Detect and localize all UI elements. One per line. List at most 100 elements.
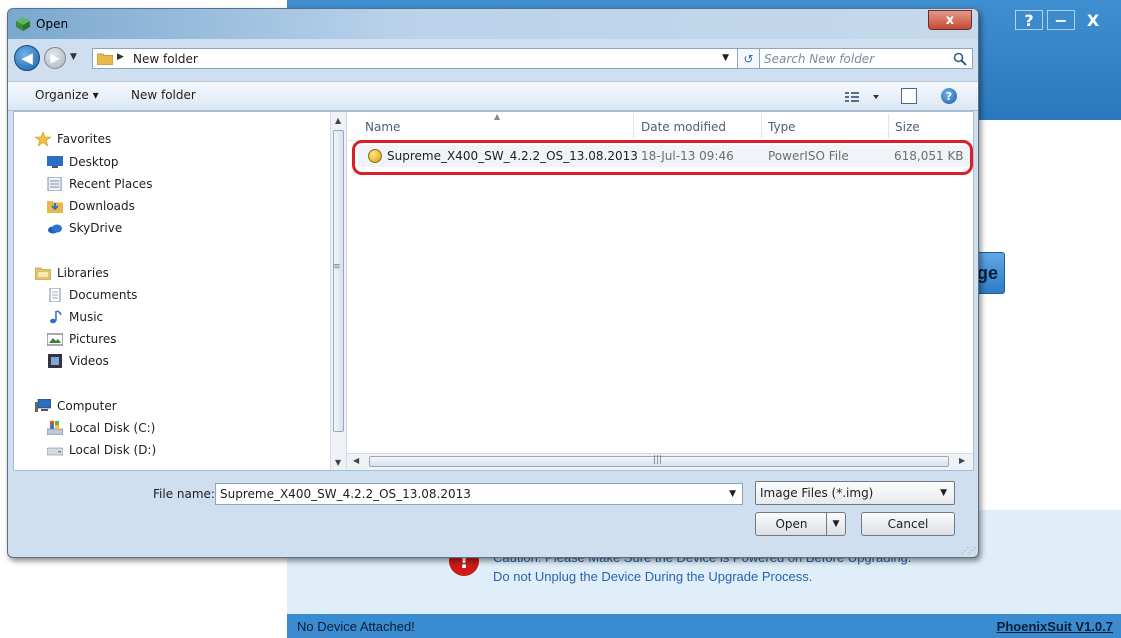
- scroll-down-arrow-icon[interactable]: ▼: [335, 458, 341, 467]
- nav-label: Recent Places: [69, 177, 153, 191]
- warning-line-2: Do not Unplug the Device During the Upgr…: [493, 569, 813, 584]
- dialog-title: Open: [36, 17, 69, 31]
- scroll-grip-icon: |||: [653, 455, 663, 465]
- libraries-icon: [35, 267, 51, 280]
- recent-locations-dropdown[interactable]: ▼: [70, 52, 77, 62]
- file-type-dropdown-icon: ▼: [940, 488, 947, 498]
- dialog-titlebar[interactable]: Open x: [8, 9, 978, 39]
- open-button-label: Open: [775, 517, 808, 531]
- red-highlight-annotation: [352, 140, 973, 175]
- pictures-icon: [47, 333, 63, 346]
- change-view-icon[interactable]: [841, 89, 881, 105]
- scroll-right-arrow-icon[interactable]: ▶: [959, 456, 965, 465]
- navigation-vertical-scrollbar[interactable]: ▲ ≡ ▼: [330, 112, 347, 470]
- nav-label: Downloads: [69, 199, 135, 213]
- column-name[interactable]: Name: [365, 120, 400, 134]
- scroll-up-arrow-icon[interactable]: ▲: [335, 116, 341, 125]
- file-name-dropdown-icon[interactable]: ▼: [729, 489, 736, 499]
- cancel-button[interactable]: Cancel: [861, 512, 955, 536]
- browser-content: Favorites Desktop Recent Places Download…: [13, 111, 974, 471]
- file-list: ▲ Name Date modified Type Size Supreme_X…: [347, 112, 973, 470]
- nav-label: Computer: [57, 399, 117, 413]
- computer-icon: [35, 399, 51, 412]
- organize-button[interactable]: Organize ▾: [35, 88, 99, 102]
- back-button[interactable]: ◀: [14, 45, 40, 71]
- videos-icon: [48, 354, 62, 368]
- nav-local-disk-d[interactable]: Local Disk (D:): [47, 443, 156, 457]
- nav-label: Music: [69, 310, 104, 324]
- nav-videos[interactable]: Videos: [47, 354, 109, 368]
- search-icon[interactable]: [953, 52, 967, 66]
- nav-label: Desktop: [69, 155, 119, 169]
- scroll-thumb[interactable]: [333, 130, 344, 432]
- resize-grip-icon[interactable]: ⋰⋰: [961, 546, 976, 555]
- nav-label: Local Disk (C:): [69, 421, 156, 435]
- nav-computer[interactable]: Computer: [35, 399, 117, 413]
- nav-label: Favorites: [57, 132, 112, 146]
- address-row: ◀ ▶ ▼ ▶ New folder ▼ ↺: [8, 43, 978, 73]
- folder-icon: [97, 53, 113, 65]
- file-list-horizontal-scrollbar[interactable]: ◀ ||| ▶: [347, 453, 973, 470]
- device-status: No Device Attached!: [297, 619, 415, 634]
- nav-documents[interactable]: Documents: [47, 288, 137, 302]
- nav-recent-places[interactable]: Recent Places: [47, 177, 152, 191]
- file-type-value: Image Files (*.img): [760, 486, 874, 500]
- refresh-button[interactable]: ↺: [738, 48, 760, 69]
- app-help-button[interactable]: ?: [1015, 10, 1043, 30]
- hard-drive-icon: [47, 447, 63, 456]
- nav-skydrive[interactable]: SkyDrive: [47, 221, 122, 235]
- column-divider[interactable]: [888, 114, 889, 138]
- app-window-controls: ? − X: [1015, 10, 1107, 30]
- forward-button[interactable]: ▶: [44, 47, 66, 69]
- music-note-icon: [50, 310, 62, 324]
- system-drive-icon: [47, 421, 63, 435]
- file-name-label: File name:: [153, 487, 215, 501]
- open-options-dropdown-icon[interactable]: ▼: [826, 513, 845, 535]
- nav-label: Documents: [69, 288, 138, 302]
- preview-pane-icon[interactable]: [901, 88, 917, 104]
- nav-local-disk-c[interactable]: Local Disk (C:): [47, 421, 155, 435]
- file-name-combobox: ▼: [215, 483, 743, 505]
- breadcrumb-separator-icon[interactable]: ▶: [117, 52, 124, 62]
- sort-ascending-icon: ▲: [494, 112, 501, 121]
- nav-label: Local Disk (D:): [69, 443, 157, 457]
- address-dropdown-icon[interactable]: ▼: [722, 53, 729, 63]
- nav-desktop[interactable]: Desktop: [47, 155, 119, 169]
- skydrive-cloud-icon: [48, 224, 62, 234]
- nav-label: Libraries: [57, 266, 109, 280]
- file-type-select[interactable]: Image Files (*.img) ▼: [755, 481, 955, 505]
- open-button[interactable]: Open ▼: [755, 512, 846, 536]
- column-divider[interactable]: [761, 114, 762, 138]
- desktop-icon: [47, 156, 63, 168]
- nav-downloads[interactable]: Downloads: [47, 199, 135, 213]
- column-divider[interactable]: [633, 114, 634, 138]
- column-headers: ▲ Name Date modified Type Size: [347, 112, 973, 141]
- breadcrumb-current-folder[interactable]: New folder: [133, 52, 198, 66]
- app-minimize-button[interactable]: −: [1047, 10, 1075, 30]
- scroll-grip-icon: ≡: [333, 262, 341, 272]
- search-box: [759, 48, 973, 69]
- app-close-button[interactable]: X: [1079, 10, 1107, 30]
- app-status-bar: No Device Attached! PhoenixSuit V1.0.7: [287, 614, 1121, 638]
- file-name-input[interactable]: [220, 486, 710, 502]
- app-version-link[interactable]: PhoenixSuit V1.0.7: [997, 619, 1113, 634]
- nav-label: SkyDrive: [69, 221, 123, 235]
- search-input[interactable]: [764, 50, 944, 67]
- address-bar[interactable]: ▶ New folder ▼: [92, 48, 738, 69]
- nav-favorites[interactable]: Favorites: [35, 132, 111, 146]
- nav-libraries[interactable]: Libraries: [35, 266, 109, 280]
- new-folder-button[interactable]: New folder: [131, 88, 196, 102]
- documents-icon: [49, 288, 61, 302]
- column-type[interactable]: Type: [768, 120, 796, 134]
- column-date-modified[interactable]: Date modified: [641, 120, 726, 134]
- nav-music[interactable]: Music: [47, 310, 103, 324]
- open-dialog: Open x ◀ ▶ ▼ ▶ New folder ▼ ↺ Organize ▾…: [7, 8, 979, 558]
- downloads-icon: [47, 201, 63, 213]
- nav-label: Videos: [69, 354, 109, 368]
- help-icon[interactable]: ?: [941, 88, 957, 104]
- dialog-close-button[interactable]: x: [928, 10, 972, 30]
- column-size[interactable]: Size: [895, 120, 920, 134]
- nav-pictures[interactable]: Pictures: [47, 332, 117, 346]
- navigation-pane: Favorites Desktop Recent Places Download…: [14, 112, 330, 470]
- scroll-left-arrow-icon[interactable]: ◀: [353, 456, 359, 465]
